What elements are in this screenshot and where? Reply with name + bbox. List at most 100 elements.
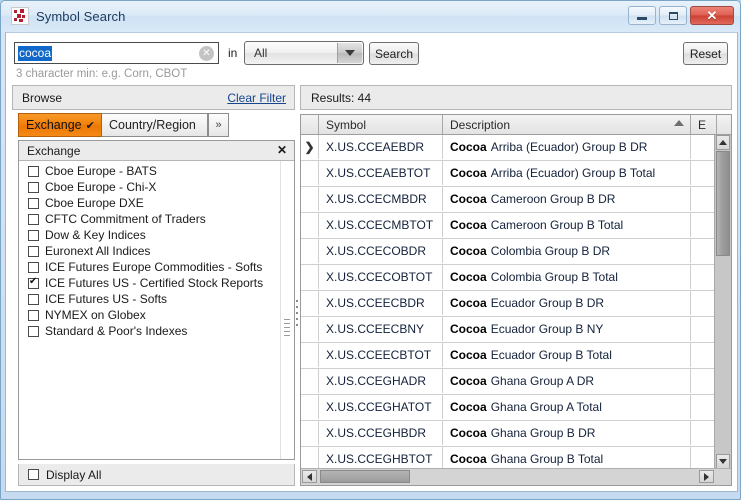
maximize-button[interactable] [659,6,687,25]
exchange-checkbox[interactable] [28,309,39,321]
list-item[interactable]: ICE Futures US - Certified Stock Reports [19,275,281,291]
row-indicator-icon [301,343,319,367]
table-row[interactable]: ❯ X.US.CCEAEBDR Cocoa Arriba (Ecuador) Grou… [301,135,715,161]
list-item[interactable]: Euronext All Indices [19,243,281,259]
display-all-label: Display All [46,467,102,482]
clear-search-icon[interactable]: ✕ [199,46,214,61]
results-grid: Symbol Description E ❯ X.US.CCEAEBDR Cocoa… [300,114,732,486]
exchange-checkbox[interactable] [28,245,39,257]
exchange-checkbox[interactable] [28,197,39,209]
search-input[interactable]: cocoa ✕ [14,42,219,64]
close-icon[interactable]: ✕ [277,143,287,157]
table-row[interactable]: X.US.CCEAEBTOT Cocoa Arriba (Ecuador) Grou… [301,161,715,187]
list-item[interactable]: Cboe Europe - BATS [19,163,281,179]
list-item[interactable]: Cboe Europe DXE [19,195,281,211]
table-row[interactable]: X.US.CCEECBNY Cocoa Ecuador Group B NY [301,317,715,343]
horizontal-scroll-thumb[interactable] [320,470,410,483]
table-row[interactable]: X.US.CCEGHBDR Cocoa Ghana Group B DR [301,421,715,447]
list-item[interactable]: Standard & Poor's Indexes [19,323,281,339]
vertical-scroll-thumb[interactable] [716,151,730,256]
cell-symbol: X.US.CCEGHBTOT [319,447,443,469]
exchange-label: Cboe Europe - Chi-X [45,180,157,194]
column-header-symbol[interactable]: Symbol [319,115,443,134]
table-row[interactable]: X.US.CCEGHADR Cocoa Ghana Group A DR [301,369,715,395]
column-header-description[interactable]: Description [443,115,691,134]
cell-description: Cocoa Colombia Group B DR [443,239,691,263]
table-row[interactable]: X.US.CCECMBDR Cocoa Cameroon Group B DR [301,187,715,213]
tab-country-region[interactable]: Country/Region [102,113,208,137]
exchange-label: Standard & Poor's Indexes [45,324,188,338]
tab-country-region-label: Country/Region [109,118,196,132]
exchange-label: Euronext All Indices [45,244,151,258]
exchange-label: ICE Futures US - Softs [45,292,168,306]
list-item[interactable]: Dow & Key Indices [19,227,281,243]
search-button[interactable]: Search [369,42,419,65]
chevron-down-icon[interactable] [337,43,362,63]
cell-exchange [691,421,715,445]
exchange-checkbox[interactable] [28,181,39,193]
list-item[interactable]: Cboe Europe - Chi-X [19,179,281,195]
exchange-list: Cboe Europe - BATS Cboe Europe - Chi-X Cbo… [19,161,281,459]
results-vertical-scrollbar[interactable] [714,135,731,469]
tab-exchange[interactable]: Exchange ✔ [18,113,102,137]
results-horizontal-scrollbar[interactable] [301,468,731,485]
cell-description: Cocoa Ghana Group A DR [443,369,691,393]
scrollbar-grip[interactable] [284,319,290,345]
exchange-checkbox[interactable] [28,276,39,289]
close-button[interactable]: ✕ [690,6,734,25]
exchange-checkbox[interactable] [28,165,39,177]
reset-button[interactable]: Reset [683,42,728,65]
cell-description: Cocoa Colombia Group B Total [443,265,691,289]
exchange-checkbox[interactable] [28,213,39,225]
scroll-up-button[interactable] [716,135,730,150]
table-row[interactable]: X.US.CCEGHATOT Cocoa Ghana Group A Total [301,395,715,421]
scroll-left-button[interactable] [302,470,317,483]
window-title: Symbol Search [36,8,126,24]
title-bar[interactable]: Symbol Search ✕ [1,1,740,32]
list-item[interactable]: ICE Futures Europe Commodities - Softs [19,259,281,275]
cell-exchange [691,369,715,393]
display-all-row[interactable]: Display All [18,464,295,486]
tab-exchange-label: Exchange [26,118,82,132]
column-header-pin[interactable] [301,115,319,134]
column-header-exchange[interactable]: E [691,115,717,134]
minimize-button[interactable] [628,6,656,25]
exchange-list-scrollbar[interactable] [280,161,294,459]
display-all-checkbox[interactable] [28,469,39,480]
row-indicator-icon [301,395,319,419]
results-grid-header: Symbol Description E [301,115,731,135]
row-indicator-icon [301,369,319,393]
close-icon: ✕ [706,8,718,23]
cell-exchange [691,161,715,185]
table-row[interactable]: X.US.CCEECBDR Cocoa Ecuador Group B DR [301,291,715,317]
search-input-value: cocoa [18,46,53,61]
tab-overflow-button[interactable]: » [208,113,229,137]
exchange-label: Cboe Europe - BATS [45,164,157,178]
clear-filter-link[interactable]: Clear Filter [227,91,286,105]
table-row[interactable]: X.US.CCEECBTOT Cocoa Ecuador Group B Total [301,343,715,369]
exchange-label: Dow & Key Indices [45,228,146,242]
cell-exchange [691,135,715,159]
search-toolbar: cocoa ✕ 3 character min: e.g. Corn, CBOT… [6,33,737,85]
exchange-checkbox[interactable] [28,261,39,273]
cell-exchange [691,265,715,289]
table-row[interactable]: X.US.CCECMBTOT Cocoa Cameroon Group B Tota… [301,213,715,239]
table-row[interactable]: X.US.CCECOBTOT Cocoa Colombia Group B Tota… [301,265,715,291]
exchange-checkbox[interactable] [28,325,39,337]
column-header-description-label: Description [450,117,511,132]
scope-select-value: All [254,46,268,60]
cell-symbol: X.US.CCECMBTOT [319,213,443,237]
results-grid-body: ❯ X.US.CCEAEBDR Cocoa Arriba (Ecuador) Grou… [301,135,715,469]
table-row[interactable]: X.US.CCECOBDR Cocoa Colombia Group B DR [301,239,715,265]
scroll-right-button[interactable] [699,470,714,483]
list-item[interactable]: NYMEX on Globex [19,307,281,323]
exchange-checkbox[interactable] [28,229,39,241]
table-row[interactable]: X.US.CCEGHBTOT Cocoa Ghana Group B Total [301,447,715,469]
list-item[interactable]: CFTC Commitment of Traders [19,211,281,227]
list-item[interactable]: ICE Futures US - Softs [19,291,281,307]
cell-exchange [691,447,715,469]
symbol-search-icon [11,7,29,25]
exchange-checkbox[interactable] [28,293,39,305]
scroll-down-button[interactable] [716,454,730,469]
scope-select[interactable]: All [244,41,364,65]
